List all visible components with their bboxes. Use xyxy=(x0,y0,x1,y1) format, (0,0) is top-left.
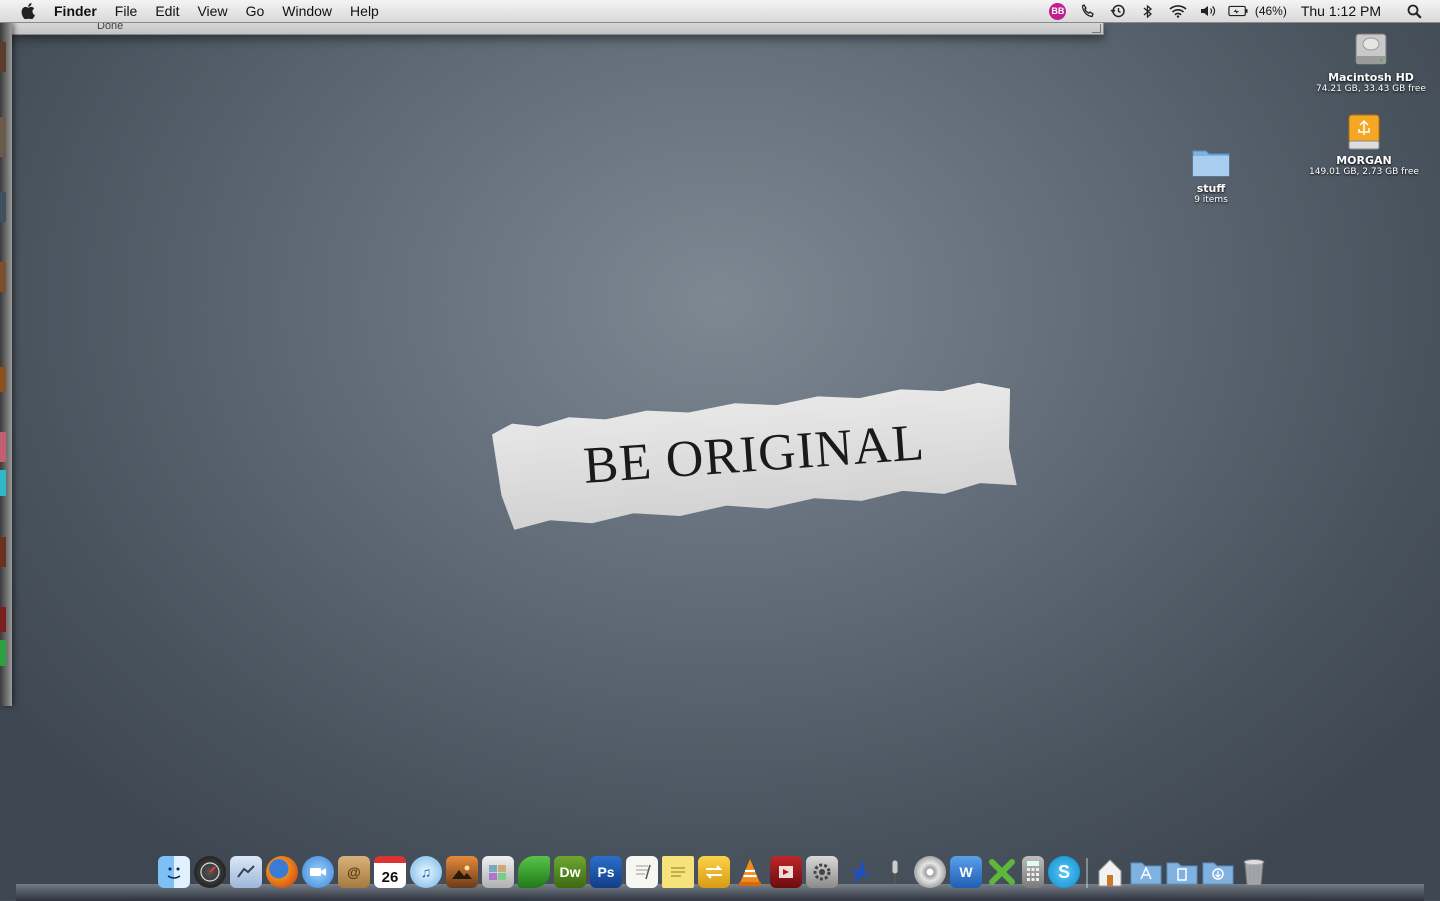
status-area: BB (46%) Thu 1:12 PM xyxy=(1043,0,1440,22)
menu-go[interactable]: Go xyxy=(237,0,274,22)
dock-separator xyxy=(1086,858,1088,888)
thumbnail-strip xyxy=(0,192,6,222)
phone-icon[interactable] xyxy=(1078,3,1098,19)
photo-booth-icon[interactable] xyxy=(482,856,514,888)
thumbnail-strip xyxy=(0,262,6,292)
thumbnail-strip xyxy=(0,607,6,632)
thumbnail-strip xyxy=(0,367,6,392)
spotlight-search-icon[interactable] xyxy=(1404,3,1424,19)
itunes-icon[interactable]: ♫ xyxy=(410,856,442,888)
desktop-icon-label: Macintosh HD xyxy=(1328,71,1414,84)
home-folder-icon[interactable] xyxy=(1094,856,1126,888)
trash-icon[interactable] xyxy=(1238,856,1270,888)
desktop-icon-stuff-folder[interactable]: stuff 9 items xyxy=(1176,145,1246,205)
skype-icon[interactable]: S xyxy=(1048,856,1080,888)
system-preferences-icon[interactable] xyxy=(806,856,838,888)
dreamweaver-icon[interactable]: Dw xyxy=(554,856,586,888)
word-icon[interactable]: W xyxy=(950,856,982,888)
window-resize-handle[interactable] xyxy=(1092,24,1101,33)
desktop-icon-info: 149.01 GB, 2.73 GB free xyxy=(1309,167,1419,177)
battery-icon[interactable] xyxy=(1228,3,1248,19)
usb-drive-icon xyxy=(1346,113,1382,151)
transfer-icon[interactable] xyxy=(698,856,730,888)
desktop-icon-morgan[interactable]: MORGAN 149.01 GB, 2.73 GB free xyxy=(1304,113,1424,177)
folder-icon xyxy=(1191,145,1231,179)
time-machine-icon[interactable] xyxy=(1108,3,1128,19)
menu-help[interactable]: Help xyxy=(341,0,388,22)
menu-file[interactable]: File xyxy=(106,0,147,22)
app-menu-finder[interactable]: Finder xyxy=(52,0,106,22)
excel-icon[interactable] xyxy=(986,856,1018,888)
dreamweaver-label: Dw xyxy=(559,864,581,880)
flip4mac-icon[interactable] xyxy=(770,856,802,888)
volume-icon[interactable] xyxy=(1198,3,1218,19)
photoshop-icon[interactable]: Ps xyxy=(590,856,622,888)
address-book-icon[interactable]: @ xyxy=(338,856,370,888)
dashboard-icon[interactable] xyxy=(194,856,226,888)
thumbnail-strip xyxy=(0,470,6,496)
bb-badge: BB xyxy=(1049,2,1067,20)
microphone-icon[interactable] xyxy=(878,856,910,888)
ichat-icon[interactable] xyxy=(302,856,334,888)
desktop-icon-label: stuff xyxy=(1196,182,1226,195)
left-offscreen-window[interactable] xyxy=(0,22,12,706)
calculator-icon[interactable] xyxy=(1022,856,1044,888)
ical-icon[interactable]: 26 xyxy=(374,856,406,888)
firefox-icon[interactable] xyxy=(266,856,298,888)
dock: @ 26 ♫ Dw Ps W S xyxy=(156,852,1272,888)
menu-view[interactable]: View xyxy=(188,0,236,22)
desktop-icon-info: 9 items xyxy=(1194,195,1228,205)
finder-icon[interactable] xyxy=(158,856,190,888)
bbm-menu-extra[interactable]: BB xyxy=(1048,2,1068,20)
wallpaper-text: BE ORIGINAL xyxy=(581,413,927,495)
blue-bird-icon[interactable] xyxy=(842,856,874,888)
downloads-folder-icon[interactable] xyxy=(1202,856,1234,888)
desktop-icon-label: MORGAN xyxy=(1336,154,1392,167)
menu-edit[interactable]: Edit xyxy=(146,0,188,22)
thumbnail-strip xyxy=(0,537,6,567)
menu-bar: Finder File Edit View Go Window Help BB … xyxy=(0,0,1440,23)
menu-window[interactable]: Window xyxy=(273,0,341,22)
iphoto-icon[interactable] xyxy=(446,856,478,888)
background-browser-window[interactable]: Done xyxy=(10,20,1104,35)
mail-icon[interactable] xyxy=(230,856,262,888)
dvd-player-icon[interactable] xyxy=(914,856,946,888)
wifi-icon[interactable] xyxy=(1168,3,1188,19)
battery-percent: (46%) xyxy=(1254,4,1287,18)
applications-folder-icon[interactable] xyxy=(1130,856,1162,888)
desktop-icon-info: 74.21 GB, 33.43 GB free xyxy=(1316,84,1426,94)
bluetooth-icon[interactable] xyxy=(1138,3,1158,19)
thumbnail-strip xyxy=(0,117,6,157)
stickies-icon[interactable] xyxy=(662,856,694,888)
preview-icon[interactable] xyxy=(518,856,550,888)
hard-drive-icon xyxy=(1353,30,1389,68)
thumbnail-strip xyxy=(0,640,6,666)
wallpaper-paper-note: BE ORIGINAL xyxy=(491,377,1018,531)
thumbnail-strip xyxy=(0,42,6,72)
menu-clock[interactable]: Thu 1:12 PM xyxy=(1301,3,1381,19)
documents-folder-icon[interactable] xyxy=(1166,856,1198,888)
photoshop-label: Ps xyxy=(597,864,615,880)
thumbnail-strip xyxy=(0,432,6,462)
textedit-icon[interactable] xyxy=(626,856,658,888)
calendar-day: 26 xyxy=(381,869,399,886)
desktop-icon-macintosh-hd[interactable]: Macintosh HD 74.21 GB, 33.43 GB free xyxy=(1312,30,1430,94)
vlc-icon[interactable] xyxy=(734,856,766,888)
apple-menu-icon[interactable] xyxy=(18,3,38,19)
